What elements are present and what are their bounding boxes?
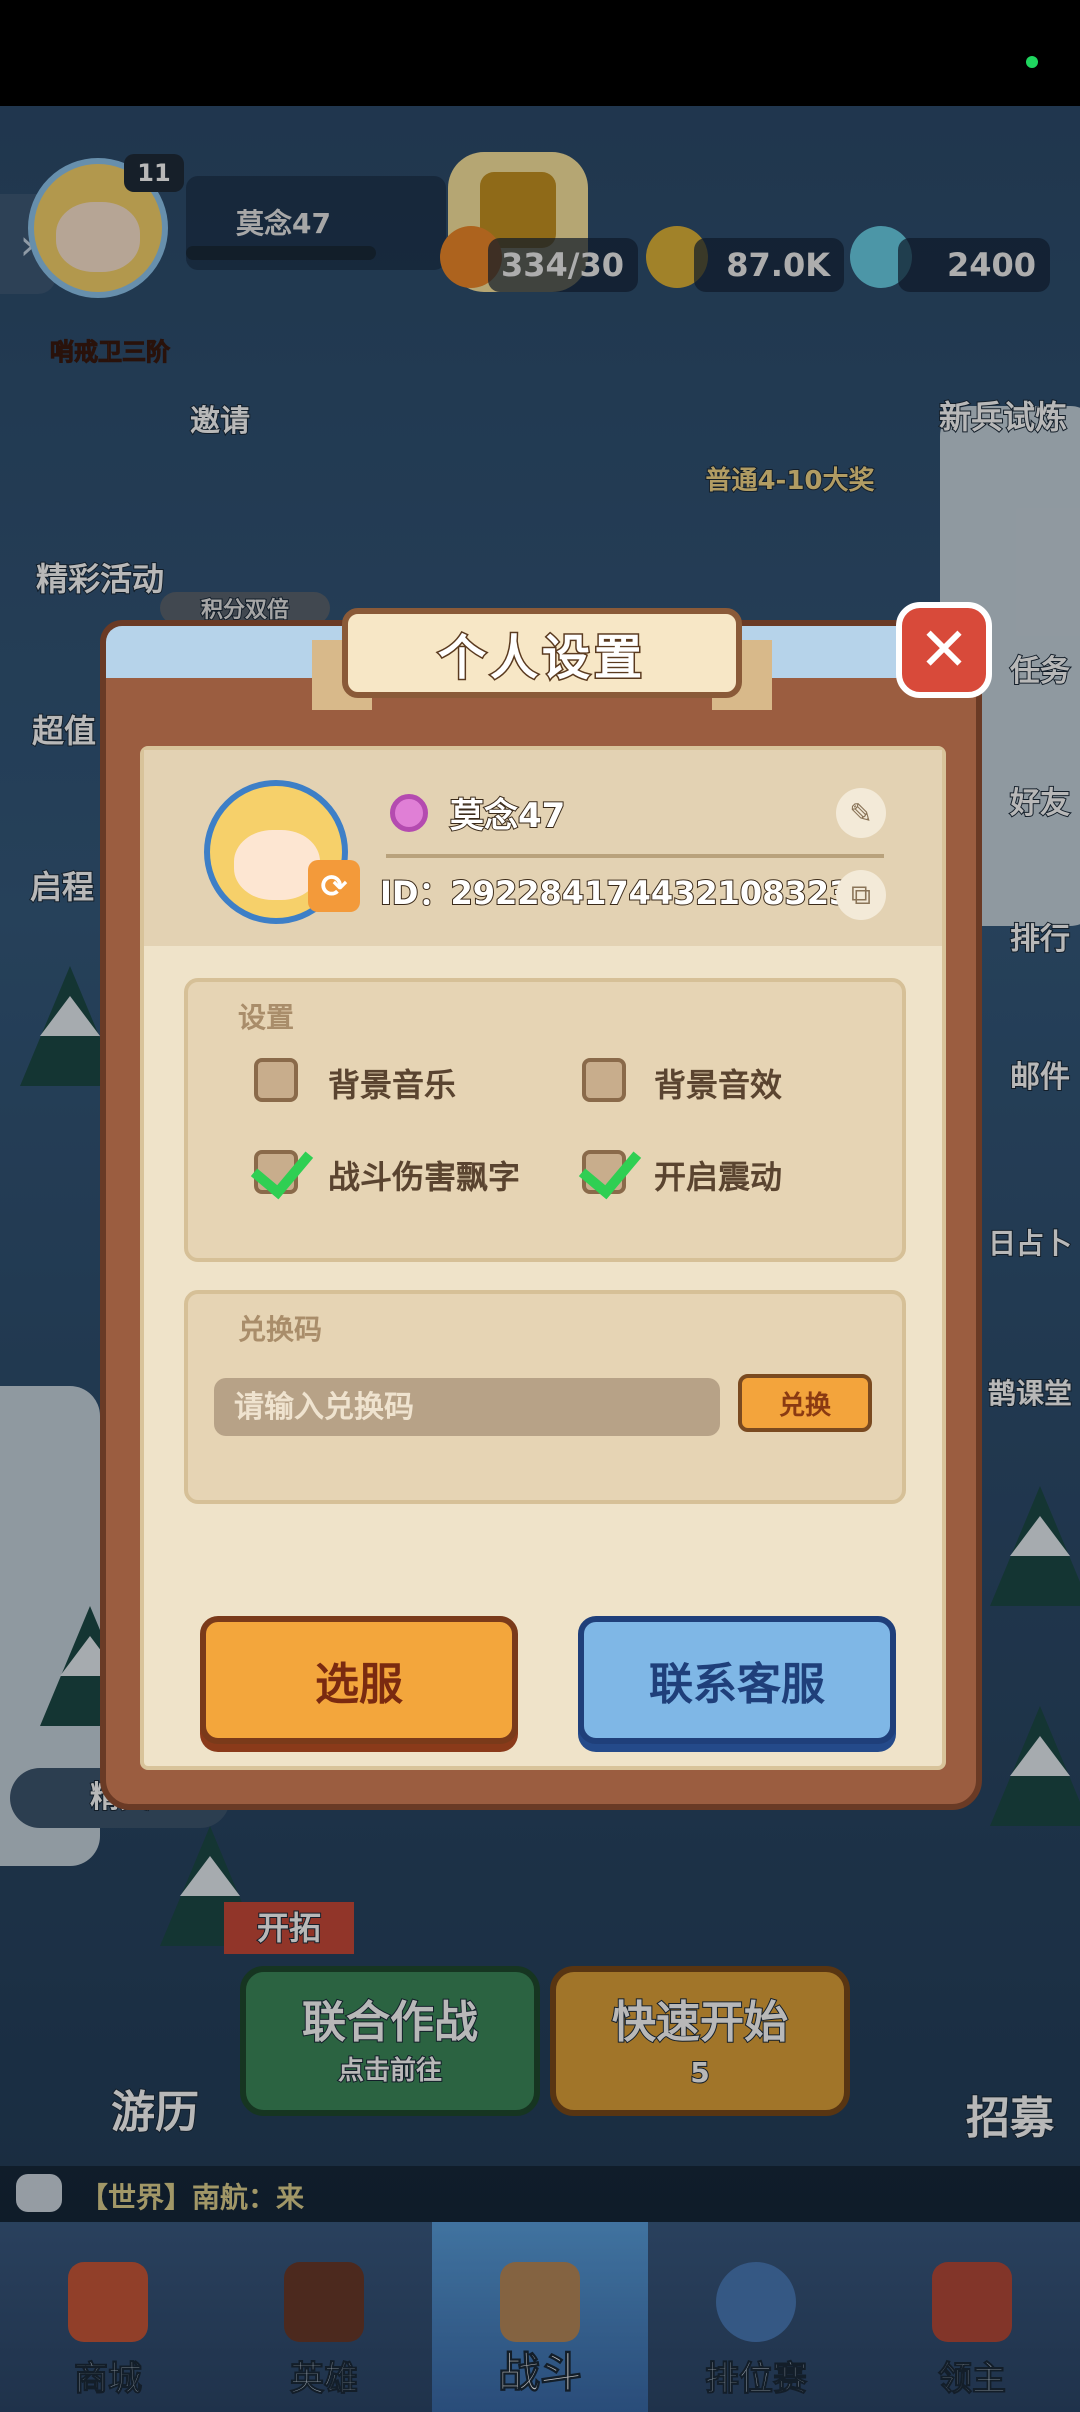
bg-sfx-label: 背景音效	[654, 1066, 783, 1104]
title-ribbon: 个人设置	[342, 608, 742, 698]
settings-modal: 个人设置 ✕ ⟳ 莫念47 ✎ ID：292284174432108323 ⧉ …	[100, 602, 992, 1810]
bg-sfx-checkbox[interactable]	[582, 1058, 626, 1102]
modal-title: 个人设置	[436, 629, 646, 688]
vibration-checkbox[interactable]	[578, 1134, 642, 1200]
female-gender-icon	[390, 794, 428, 832]
camera-indicator-dot	[1026, 56, 1038, 68]
damage-text-checkbox[interactable]	[250, 1134, 314, 1200]
settings-panel: 设置 背景音乐 背景音效 战斗伤害飘字 开启震动	[184, 978, 906, 1262]
vibration-label: 开启震动	[654, 1158, 783, 1196]
profile-section: ⟳ 莫念47 ✎ ID：292284174432108323 ⧉	[144, 750, 942, 946]
close-button[interactable]: ✕	[896, 602, 992, 698]
select-server-button[interactable]: 选服	[200, 1616, 518, 1744]
check-icon	[250, 1134, 314, 1200]
name-divider	[386, 854, 884, 858]
bg-music-label: 背景音乐	[328, 1066, 457, 1104]
status-bar	[0, 0, 1080, 106]
check-icon	[578, 1134, 642, 1200]
contact-support-button[interactable]: 联系客服	[578, 1616, 896, 1744]
change-avatar-button[interactable]: ⟳	[308, 860, 360, 912]
edit-name-button[interactable]: ✎	[836, 788, 886, 838]
redeem-panel: 兑换码 兑换	[184, 1290, 906, 1504]
settings-title: 设置	[238, 1001, 295, 1034]
bg-music-checkbox[interactable]	[254, 1058, 298, 1102]
redeem-code-input[interactable]	[214, 1378, 720, 1436]
refresh-icon: ⟳	[320, 867, 348, 905]
player-id: ID：292284174432108323	[379, 873, 852, 913]
profile-name: 莫念47	[449, 795, 566, 837]
redeem-title: 兑换码	[238, 1313, 323, 1346]
redeem-button[interactable]: 兑换	[738, 1374, 872, 1432]
close-icon: ✕	[918, 615, 970, 685]
damage-text-label: 战斗伤害飘字	[328, 1158, 521, 1196]
copy-icon: ⧉	[851, 878, 871, 911]
modal-content: ⟳ 莫念47 ✎ ID：292284174432108323 ⧉ 设置 背景音乐…	[140, 746, 946, 1770]
quill-icon: ✎	[849, 796, 873, 830]
copy-id-button[interactable]: ⧉	[836, 870, 886, 920]
